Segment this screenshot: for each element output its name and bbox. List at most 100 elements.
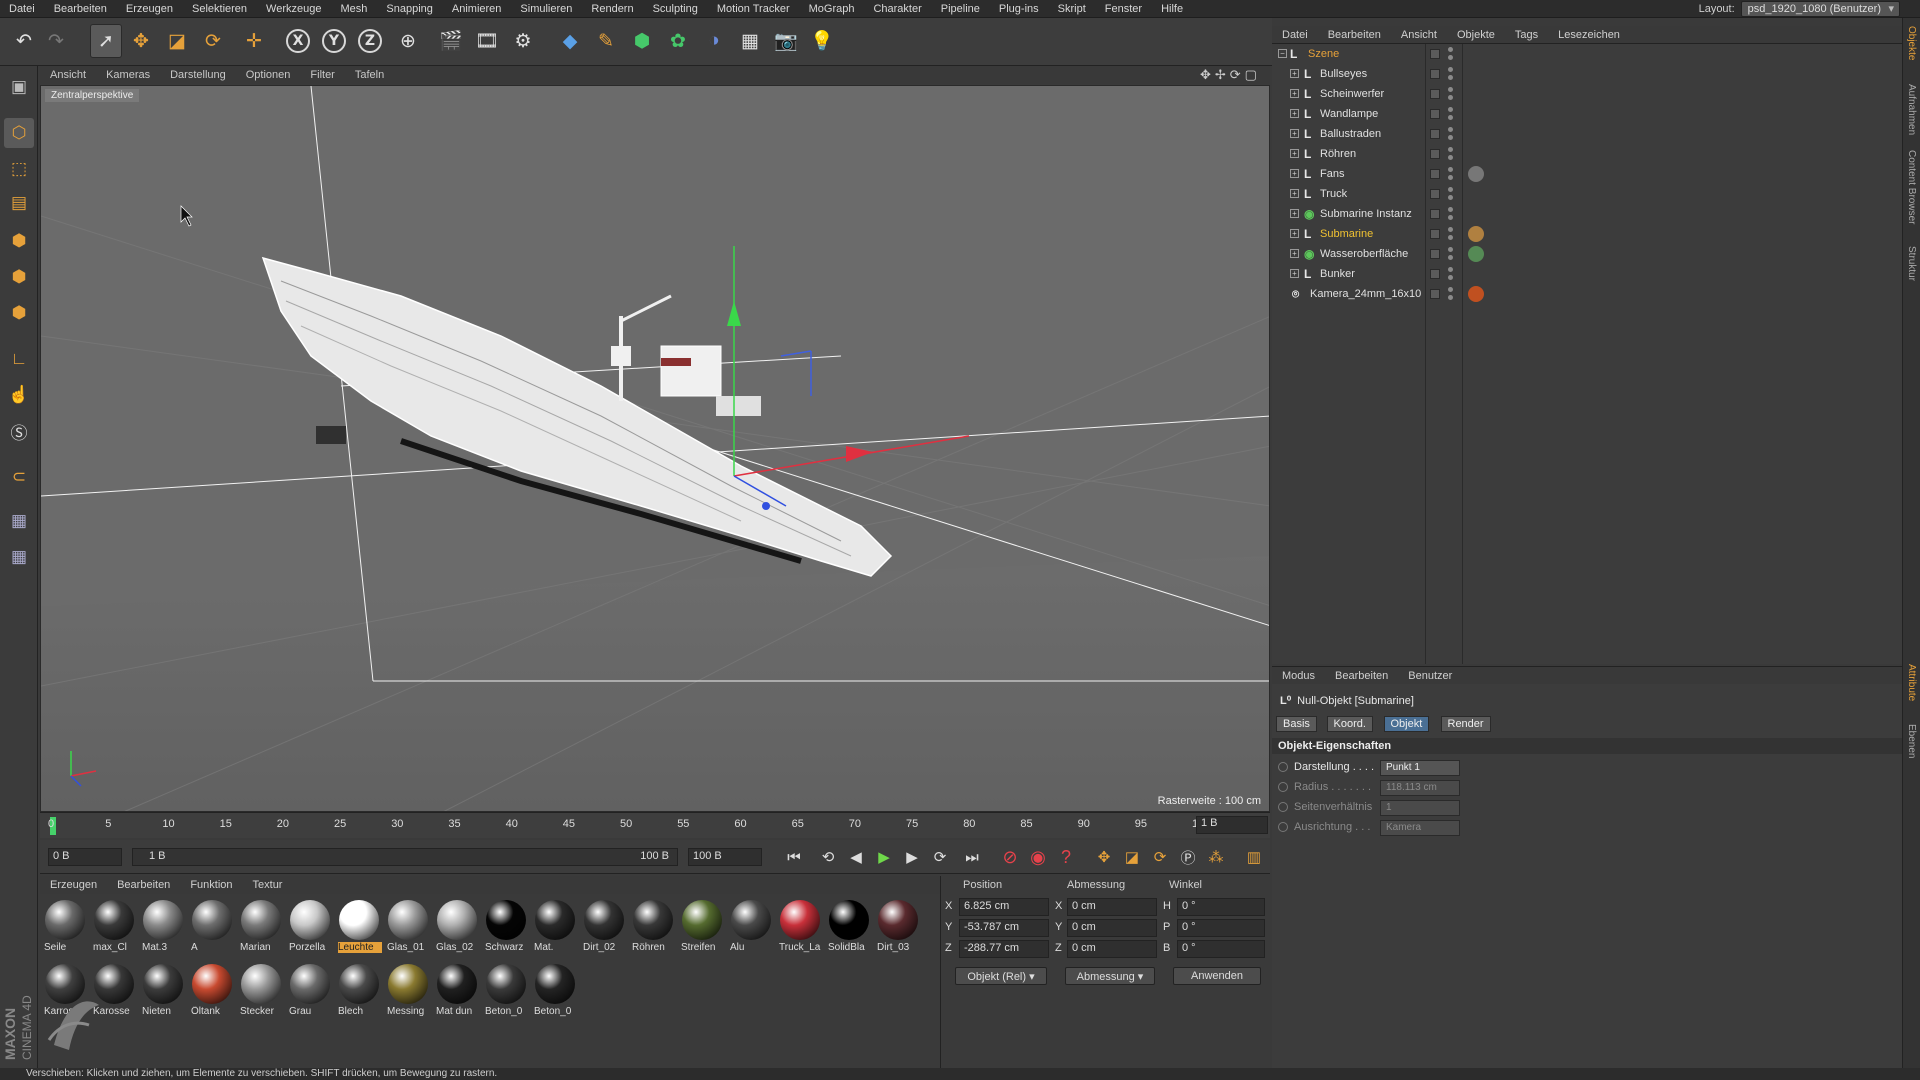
menu-item[interactable]: Selektieren bbox=[183, 3, 257, 15]
material-swatch[interactable]: Mat.3 bbox=[140, 897, 186, 957]
material-swatch[interactable]: A bbox=[189, 897, 235, 957]
layer-toggle-icon[interactable] bbox=[1430, 289, 1440, 299]
camera-button[interactable]: 📷 bbox=[770, 24, 802, 58]
make-editable-button[interactable]: ▣ bbox=[4, 72, 34, 102]
render-visibility-icon[interactable] bbox=[1448, 155, 1453, 160]
side-tab[interactable]: Content Browser bbox=[1906, 150, 1917, 224]
attribute-menu-item[interactable]: Benutzer bbox=[1398, 670, 1462, 682]
object-row[interactable]: + ◉ Wasseroberfläche bbox=[1272, 244, 1902, 264]
menu-item[interactable]: Snapping bbox=[377, 3, 443, 15]
render-visibility-icon[interactable] bbox=[1448, 135, 1453, 140]
render-visibility-icon[interactable] bbox=[1448, 55, 1453, 60]
object-row[interactable]: + L Bullseyes bbox=[1272, 64, 1902, 84]
key-parameter-button[interactable]: Ⓟ bbox=[1176, 846, 1200, 868]
expand-icon[interactable]: + bbox=[1290, 189, 1299, 198]
axis-mode-button[interactable]: ∟ bbox=[4, 344, 34, 374]
spline-pen-button[interactable]: ✎ bbox=[590, 24, 622, 58]
menu-item[interactable]: Hilfe bbox=[1152, 3, 1193, 15]
material-swatch[interactable]: Leuchte bbox=[336, 897, 382, 957]
material-swatch[interactable]: Glas_02 bbox=[434, 897, 480, 957]
render-view-button[interactable]: 🎬 bbox=[435, 24, 467, 58]
floor-button[interactable]: ▦ bbox=[734, 24, 766, 58]
menu-item[interactable]: Charakter bbox=[864, 3, 931, 15]
menu-item[interactable]: Simulieren bbox=[511, 3, 582, 15]
layer-toggle-icon[interactable] bbox=[1430, 269, 1440, 279]
editor-visibility-icon[interactable] bbox=[1448, 47, 1453, 52]
object-tag-icon[interactable] bbox=[1468, 246, 1484, 262]
light-button[interactable]: 💡 bbox=[806, 24, 838, 58]
material-swatch[interactable]: Truck_La bbox=[777, 897, 823, 957]
render-visibility-icon[interactable] bbox=[1448, 295, 1453, 300]
material-swatch[interactable]: Streifen bbox=[679, 897, 725, 957]
render-visibility-icon[interactable] bbox=[1448, 275, 1453, 280]
expand-icon[interactable]: + bbox=[1290, 129, 1299, 138]
side-tab[interactable]: Struktur bbox=[1906, 246, 1917, 281]
object-row[interactable]: + L Truck bbox=[1272, 184, 1902, 204]
menu-item[interactable]: Erzeugen bbox=[117, 3, 183, 15]
material-swatch[interactable]: Porzella bbox=[287, 897, 333, 957]
goto-start-button[interactable]: ⏮ bbox=[782, 846, 806, 868]
material-swatch[interactable]: Mat dun bbox=[434, 961, 480, 1021]
expand-icon[interactable]: + bbox=[1290, 209, 1299, 218]
material-swatch[interactable]: Dirt_02 bbox=[581, 897, 627, 957]
record-button[interactable]: ⊘ bbox=[998, 846, 1022, 868]
render-visibility-icon[interactable] bbox=[1448, 95, 1453, 100]
side-tab[interactable]: Objekte bbox=[1906, 26, 1917, 60]
layer-toggle-icon[interactable] bbox=[1430, 249, 1440, 259]
object-row[interactable]: + L Wandlampe bbox=[1272, 104, 1902, 124]
menu-item[interactable]: Mesh bbox=[331, 3, 377, 15]
menu-item[interactable]: MoGraph bbox=[800, 3, 865, 15]
editor-visibility-icon[interactable] bbox=[1448, 227, 1453, 232]
object-menu-item[interactable]: Lesezeichen bbox=[1548, 29, 1630, 41]
object-row[interactable]: + L Röhren bbox=[1272, 144, 1902, 164]
layer-toggle-icon[interactable] bbox=[1430, 109, 1440, 119]
layer-toggle-icon[interactable] bbox=[1430, 129, 1440, 139]
key-rotation-button[interactable]: ⟳ bbox=[1148, 846, 1172, 868]
viewport-menu-item[interactable]: Kameras bbox=[96, 69, 160, 81]
material-swatch[interactable]: Messing bbox=[385, 961, 431, 1021]
object-menu-item[interactable]: Ansicht bbox=[1391, 29, 1447, 41]
object-menu-item[interactable]: Objekte bbox=[1447, 29, 1505, 41]
size-field[interactable]: 0 cm bbox=[1067, 898, 1157, 916]
side-tab[interactable]: Ebenen bbox=[1906, 724, 1917, 758]
viewport-menu-item[interactable]: Darstellung bbox=[160, 69, 236, 81]
render-visibility-icon[interactable] bbox=[1448, 175, 1453, 180]
object-tag-icon[interactable] bbox=[1468, 226, 1484, 242]
menu-item[interactable]: Bearbeiten bbox=[45, 3, 117, 15]
material-swatch[interactable]: Dirt_03 bbox=[875, 897, 921, 957]
object-row[interactable]: + ◉ Submarine Instanz bbox=[1272, 204, 1902, 224]
expand-icon[interactable]: + bbox=[1290, 249, 1299, 258]
key-pla-button[interactable]: ⁂ bbox=[1204, 846, 1228, 868]
material-swatch[interactable]: Schwarz bbox=[483, 897, 529, 957]
menu-item[interactable]: Skript bbox=[1049, 3, 1096, 15]
render-visibility-icon[interactable] bbox=[1448, 215, 1453, 220]
render-settings-button[interactable]: ⚙ bbox=[507, 24, 539, 58]
layer-toggle-icon[interactable] bbox=[1430, 209, 1440, 219]
material-menu-item[interactable]: Textur bbox=[243, 879, 293, 891]
attribute-tab[interactable]: Render bbox=[1440, 716, 1491, 732]
render-visibility-icon[interactable] bbox=[1448, 255, 1453, 260]
material-swatch[interactable]: Stecker bbox=[238, 961, 284, 1021]
object-row[interactable]: + L Scheinwerfer bbox=[1272, 84, 1902, 104]
material-swatch[interactable]: Beton_0 bbox=[532, 961, 578, 1021]
rotate-tool-button[interactable]: ⟳ bbox=[197, 24, 229, 58]
size-field[interactable]: 0 cm bbox=[1067, 919, 1157, 937]
object-row[interactable]: ⌾ Kamera_24mm_16x10 bbox=[1272, 284, 1902, 304]
end-frame-field[interactable]: 100 B bbox=[688, 848, 762, 866]
undo-button[interactable]: ↶ bbox=[8, 24, 40, 58]
viewport-nav-icons[interactable]: ✥✢⟳▢ bbox=[1200, 67, 1261, 83]
material-swatch[interactable]: Seile bbox=[42, 897, 88, 957]
render-visibility-icon[interactable] bbox=[1448, 195, 1453, 200]
editor-visibility-icon[interactable] bbox=[1448, 167, 1453, 172]
rotation-field[interactable]: 0 ° bbox=[1177, 940, 1265, 958]
prev-frame-button[interactable]: ◀ bbox=[844, 846, 868, 868]
expand-icon[interactable]: + bbox=[1290, 89, 1299, 98]
object-row[interactable]: − L Szene bbox=[1272, 44, 1902, 64]
editor-visibility-icon[interactable] bbox=[1448, 287, 1453, 292]
render-visibility-icon[interactable] bbox=[1448, 235, 1453, 240]
editor-visibility-icon[interactable] bbox=[1448, 247, 1453, 252]
tweak-mode-button[interactable]: ☝ bbox=[4, 380, 34, 410]
autokey-button[interactable]: ◉ bbox=[1026, 846, 1050, 868]
render-visibility-icon[interactable] bbox=[1448, 75, 1453, 80]
material-swatch[interactable]: Nieten bbox=[140, 961, 186, 1021]
